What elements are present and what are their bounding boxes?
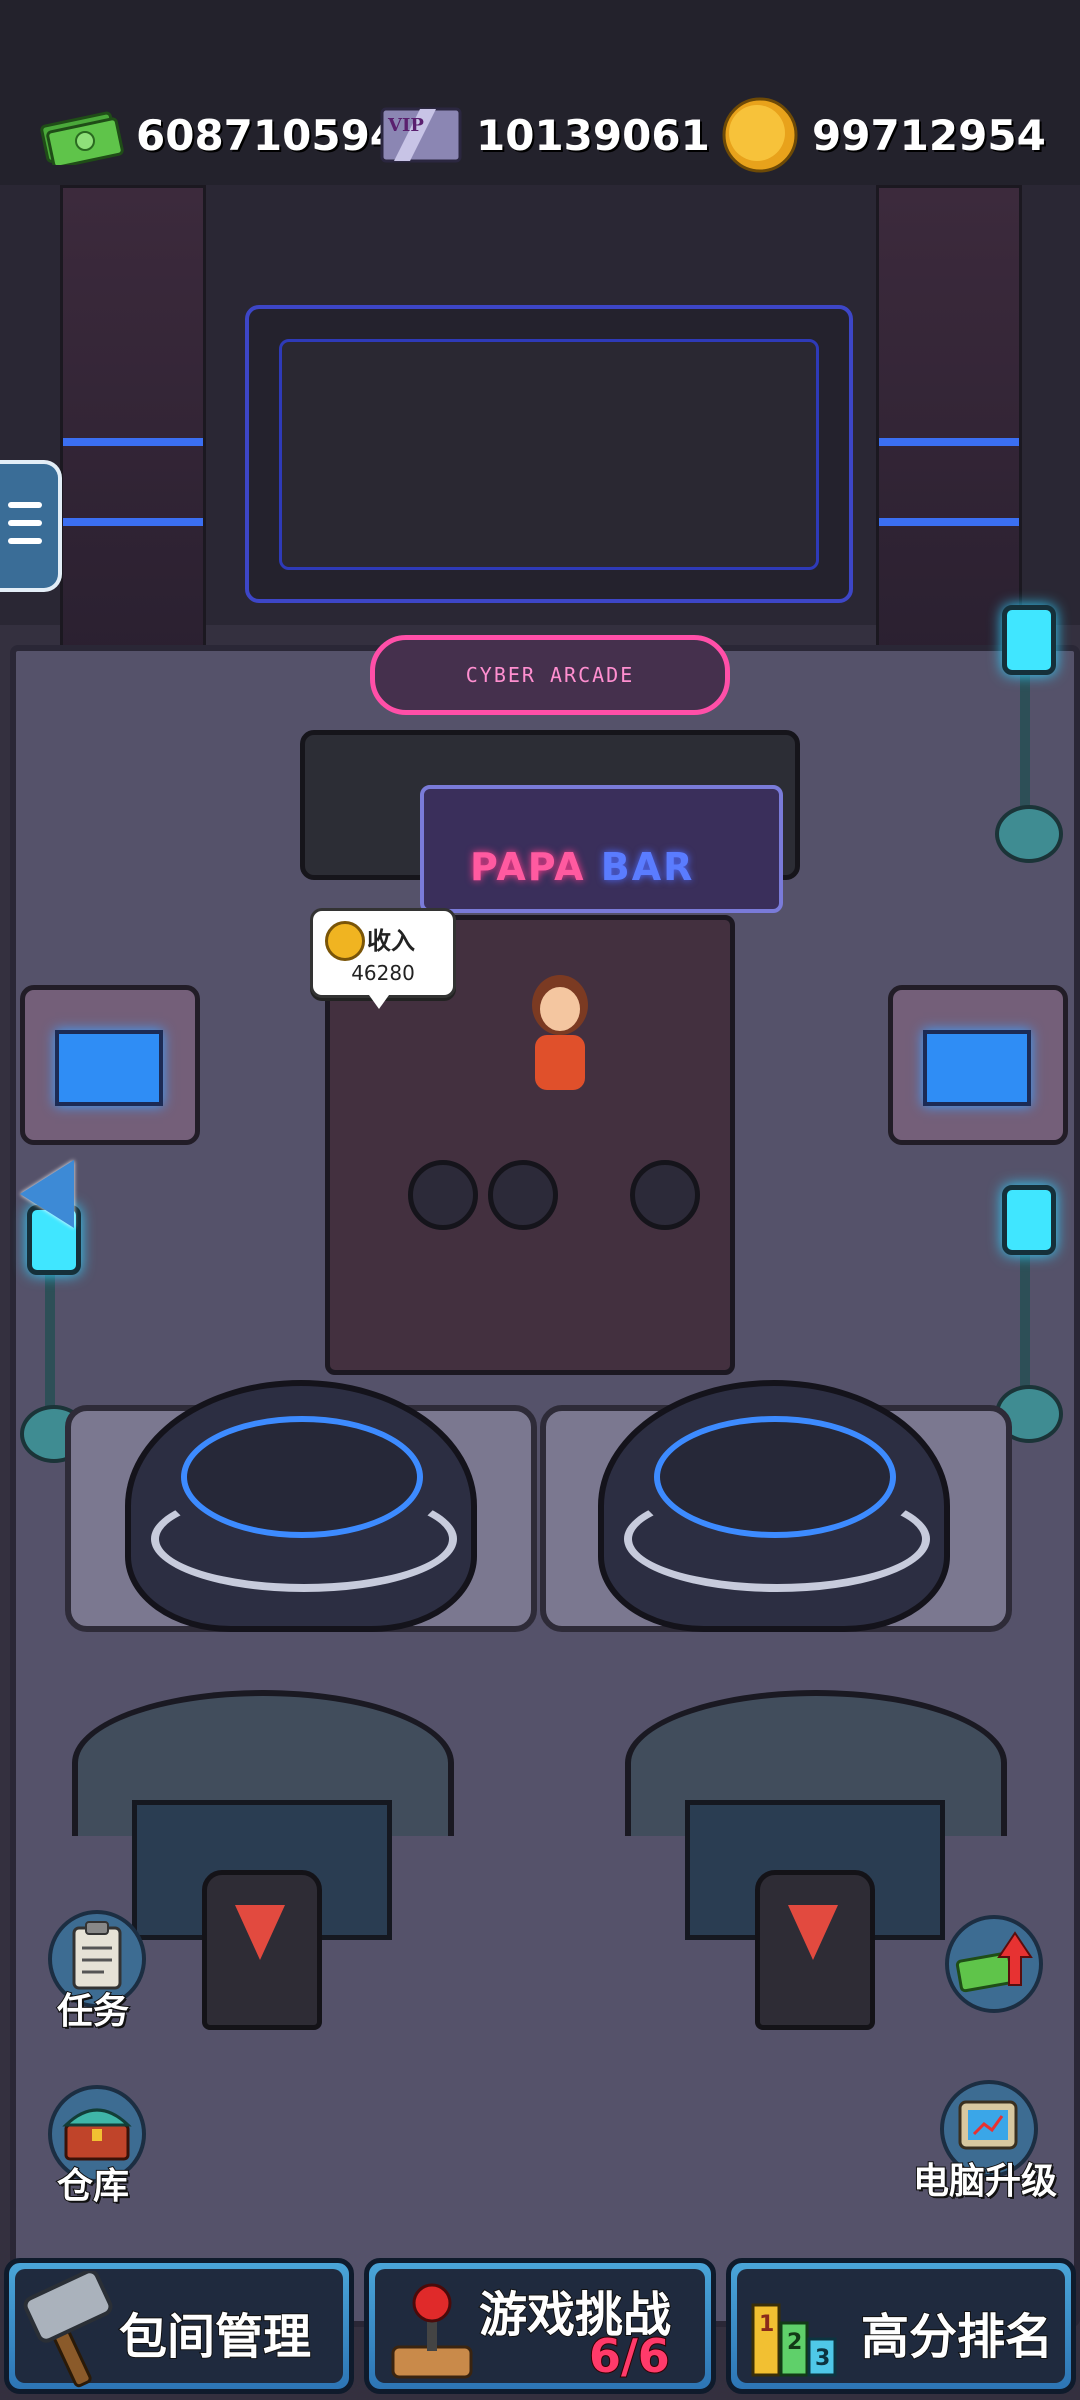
menu-button[interactable] (0, 460, 62, 592)
gold-coin-icon (722, 97, 798, 173)
room-management-button[interactable]: 包间管理 (4, 2258, 354, 2394)
left-table[interactable] (20, 985, 200, 1145)
arcade-room: CYBER ARCADE PAPA BAR (0, 185, 1080, 2400)
room-management-label: 包间管理 (118, 2308, 312, 2366)
neon-lamp (990, 1165, 1063, 1445)
papa-bar-sign: PAPA BAR (470, 845, 694, 889)
vr-pod[interactable] (598, 1380, 950, 1632)
vr-pod[interactable] (125, 1380, 477, 1632)
warehouse-button[interactable]: 仓库 (18, 2085, 168, 2215)
vip-icon-text: VIP (387, 115, 424, 136)
neon-lamp (990, 585, 1063, 865)
bar-stool[interactable] (408, 1160, 478, 1230)
bar-stool[interactable] (630, 1160, 700, 1230)
bar-sign-bar: BAR (600, 845, 695, 889)
hammer-icon (23, 2271, 113, 2388)
podium-icon: 1 2 3 (751, 2303, 837, 2377)
coin-value: 99712954 (812, 110, 1046, 160)
bar-stool[interactable] (488, 1160, 558, 1230)
income-label: 收入 (367, 927, 415, 955)
bar-sign-papa: PAPA (470, 845, 586, 889)
tasks-button[interactable]: 任务 (18, 1910, 168, 2040)
game-challenge-progress: 6/6 (588, 2328, 671, 2384)
warehouse-label: 仓库 (56, 2165, 130, 2208)
income-bubble[interactable]: 收入 46280 (310, 908, 456, 1009)
pc-upgrade-button[interactable]: 电脑升级 (885, 2080, 1080, 2210)
cash-value: 608710594 (136, 110, 400, 160)
podium-third: 3 (815, 2346, 830, 2371)
wall-screen[interactable] (245, 305, 853, 603)
leaderboard-label: 高分排名 (860, 2308, 1054, 2366)
bartender-character[interactable] (520, 975, 600, 1095)
cash-icon (40, 111, 124, 165)
pc-upgrade-label: 电脑升级 (912, 2160, 1058, 2203)
vip-value: 10139061 (476, 110, 710, 160)
cash-up-arrow-icon (945, 1915, 1043, 2013)
leaderboard-button[interactable]: 1 2 3 高分排名 (726, 2258, 1076, 2394)
game-challenge-button[interactable]: 游戏挑战 6/6 (364, 2258, 716, 2394)
left-arrow-icon[interactable] (20, 1160, 74, 1228)
podium-first: 1 (759, 2312, 774, 2337)
podium-second: 2 (787, 2330, 802, 2355)
cash-counter: 608710594 (40, 95, 399, 175)
cyber-arcade-sign: CYBER ARCADE (370, 635, 730, 715)
cash-boost-button[interactable] (915, 1915, 1065, 2045)
income-value: 46280 (351, 961, 415, 985)
vip-card-icon: VIP (380, 107, 462, 163)
coin-counter: 99712954 (720, 95, 1046, 175)
joystick-icon (391, 2283, 473, 2379)
currency-bar: 608710594 VIP 10139061 99712954 (0, 0, 1080, 189)
hamburger-icon (8, 502, 42, 508)
left-pillar (60, 185, 206, 671)
right-table[interactable] (888, 985, 1068, 1145)
tasks-label: 任务 (56, 1990, 130, 2033)
vip-counter: VIP 10139061 (380, 95, 710, 175)
gold-coin-icon (325, 921, 365, 961)
